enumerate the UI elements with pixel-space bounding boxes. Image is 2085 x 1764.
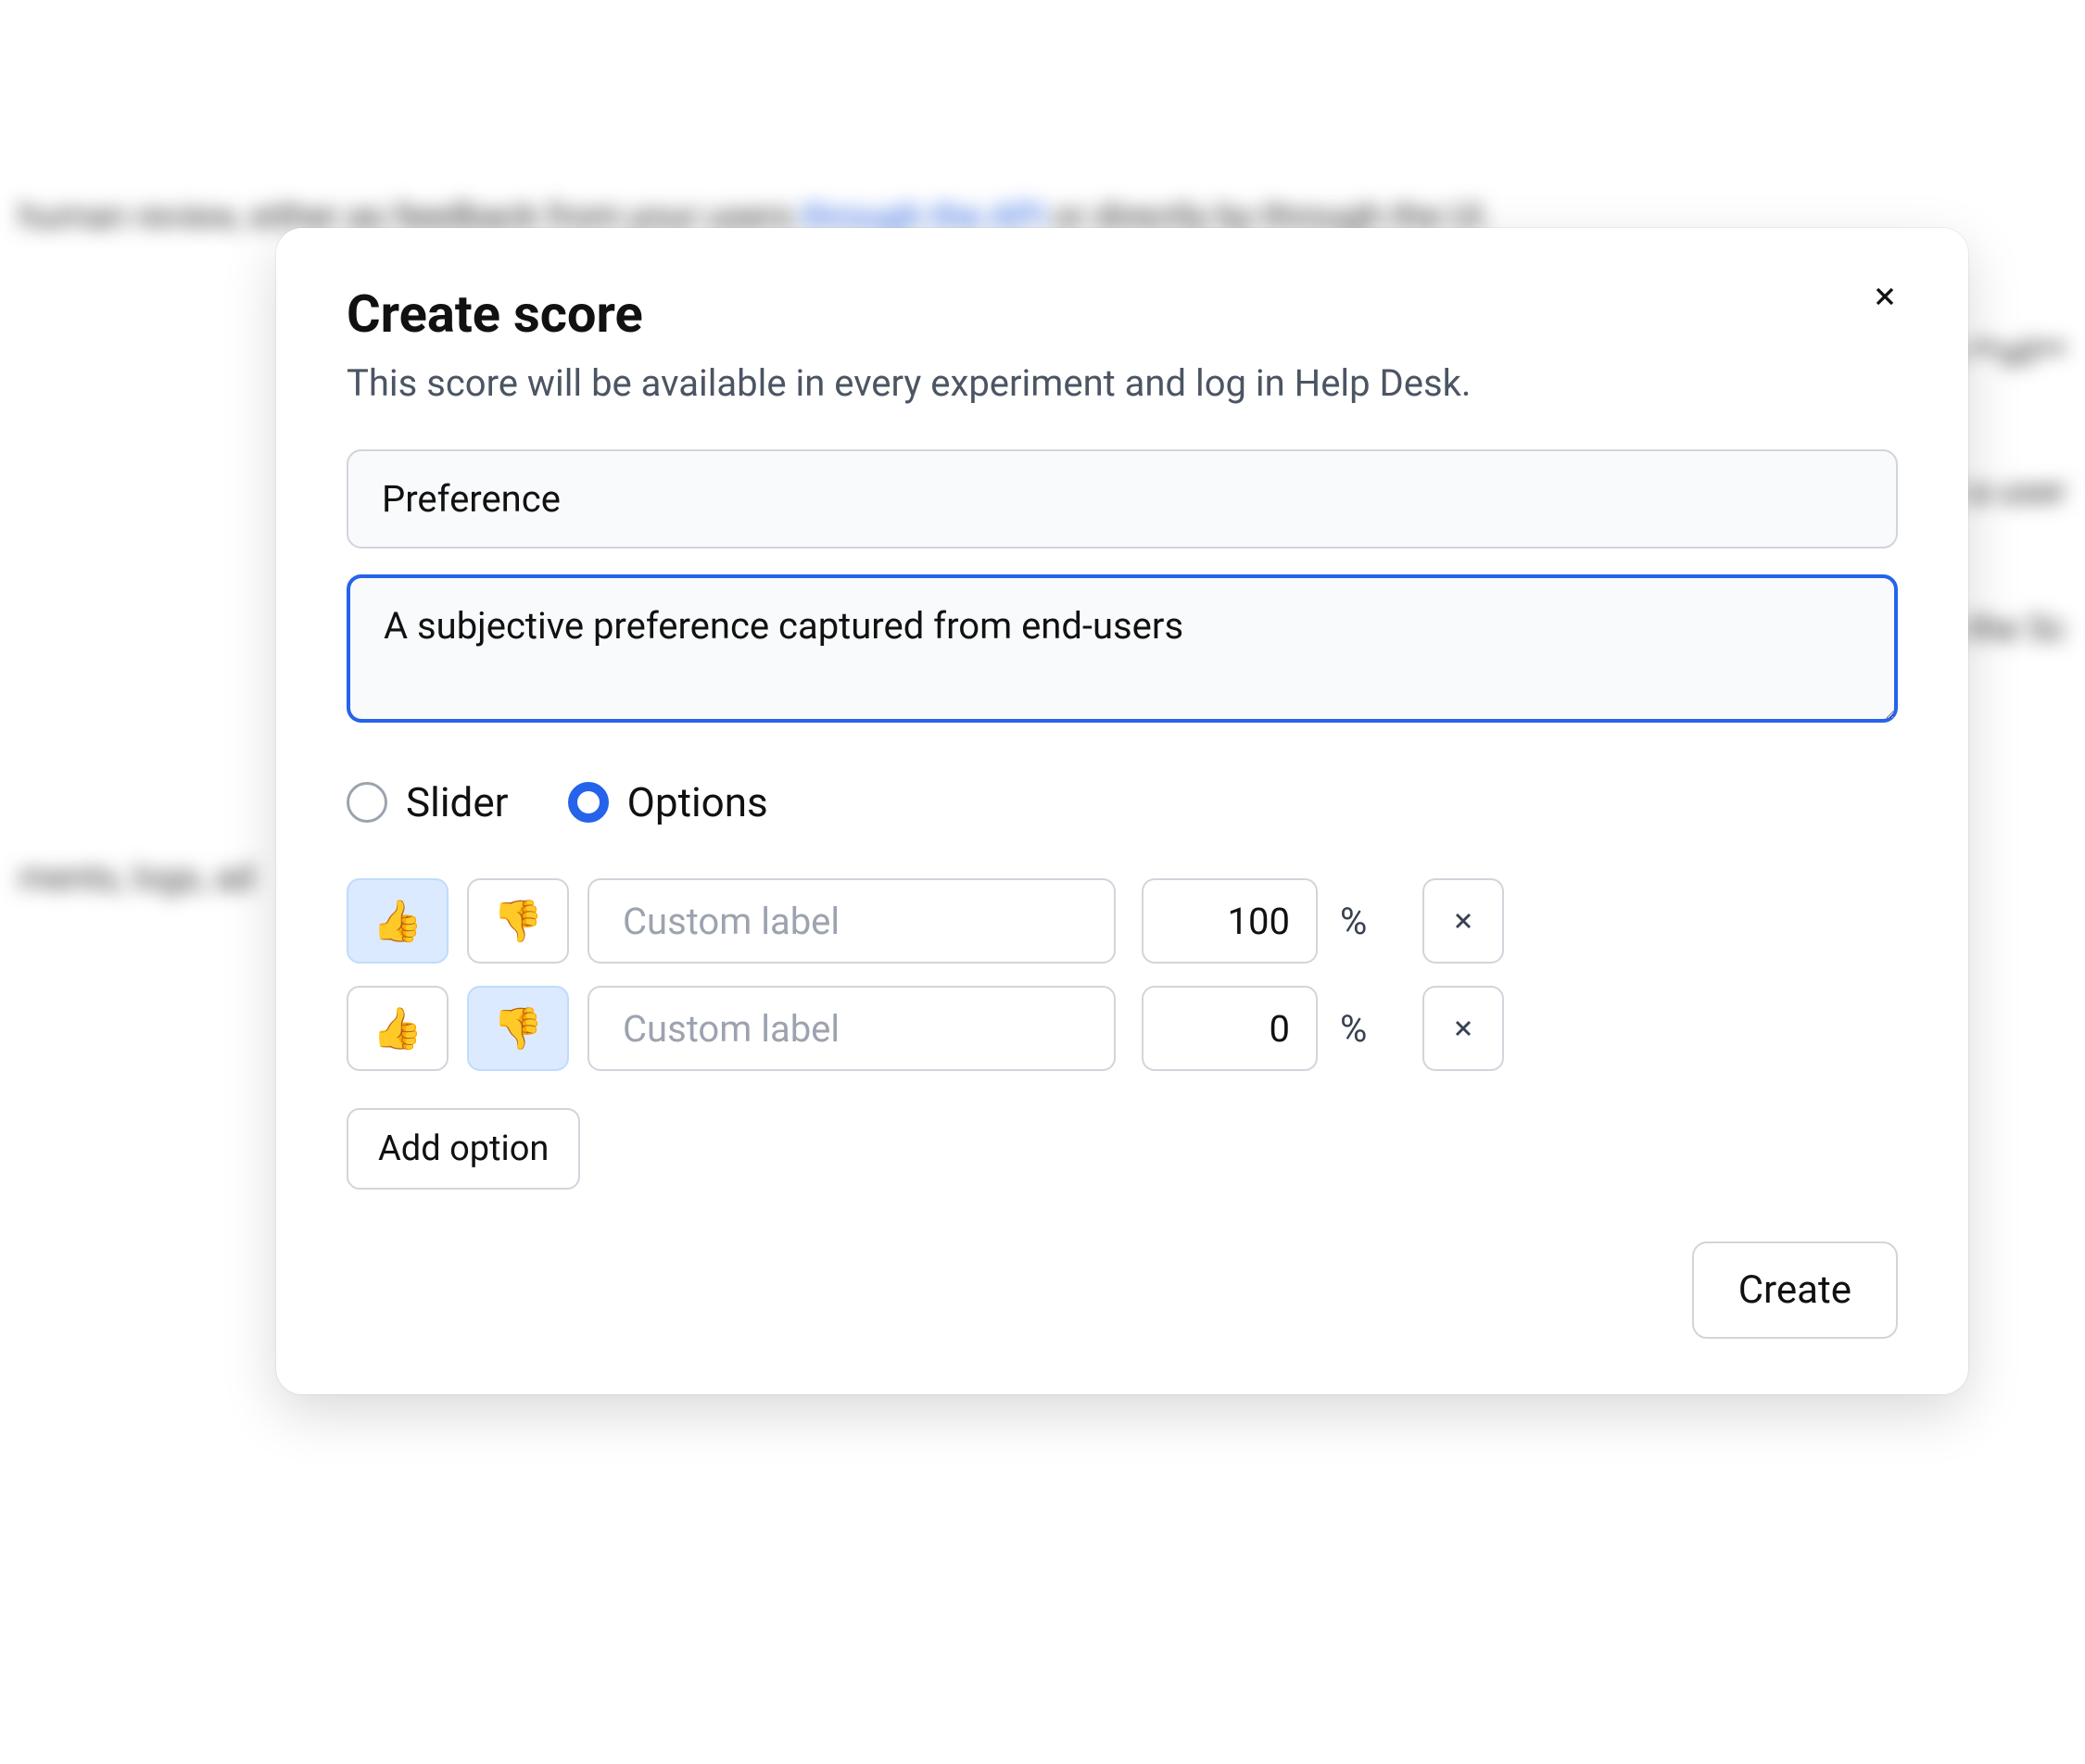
- close-icon: [1450, 908, 1476, 934]
- option-row: 👍 👎 %: [347, 878, 1898, 964]
- add-option-button[interactable]: Add option: [347, 1108, 580, 1190]
- thumbs-down-icon: 👎: [493, 1004, 544, 1052]
- modal-title: Create score: [347, 284, 1898, 345]
- radio-options-label: Options: [627, 778, 768, 826]
- close-icon: [1870, 282, 1900, 311]
- thumbs-up-button[interactable]: 👍: [347, 986, 449, 1071]
- thumbs-up-button[interactable]: 👍: [347, 878, 449, 964]
- modal-footer: Create: [347, 1241, 1898, 1339]
- radio-slider-label: Slider: [406, 778, 509, 826]
- radio-options[interactable]: Options: [568, 778, 768, 826]
- score-name-input[interactable]: [347, 449, 1898, 548]
- percent-label: %: [1340, 900, 1367, 943]
- score-description-input[interactable]: A subjective preference captured from en…: [347, 574, 1898, 723]
- remove-option-button[interactable]: [1422, 878, 1504, 964]
- close-icon: [1450, 1015, 1476, 1041]
- options-list: 👍 👎 % 👍 👎 %: [347, 878, 1898, 1071]
- create-score-modal: Create score This score will be availabl…: [276, 228, 1968, 1394]
- radio-circle-selected-icon: [568, 782, 609, 823]
- radio-circle-icon: [347, 782, 387, 823]
- option-row: 👍 👎 %: [347, 986, 1898, 1071]
- percent-label: %: [1340, 1007, 1367, 1051]
- modal-header: Create score This score will be availabl…: [347, 284, 1898, 405]
- thumbs-down-button[interactable]: 👎: [467, 986, 569, 1071]
- custom-label-input[interactable]: [588, 986, 1116, 1071]
- custom-label-input[interactable]: [588, 878, 1116, 964]
- thumbs-up-icon: 👍: [373, 1004, 423, 1052]
- remove-option-button[interactable]: [1422, 986, 1504, 1071]
- option-value-input[interactable]: [1142, 986, 1318, 1071]
- thumbs-down-icon: 👎: [493, 897, 544, 945]
- thumbs-up-icon: 👍: [373, 897, 423, 945]
- modal-subtitle: This score will be available in every ex…: [347, 361, 1898, 405]
- radio-slider[interactable]: Slider: [347, 778, 509, 826]
- create-button[interactable]: Create: [1692, 1241, 1898, 1339]
- thumbs-down-button[interactable]: 👎: [467, 878, 569, 964]
- score-type-radio-group: Slider Options: [347, 778, 1898, 826]
- option-value-input[interactable]: [1142, 878, 1318, 964]
- close-button[interactable]: [1863, 274, 1907, 319]
